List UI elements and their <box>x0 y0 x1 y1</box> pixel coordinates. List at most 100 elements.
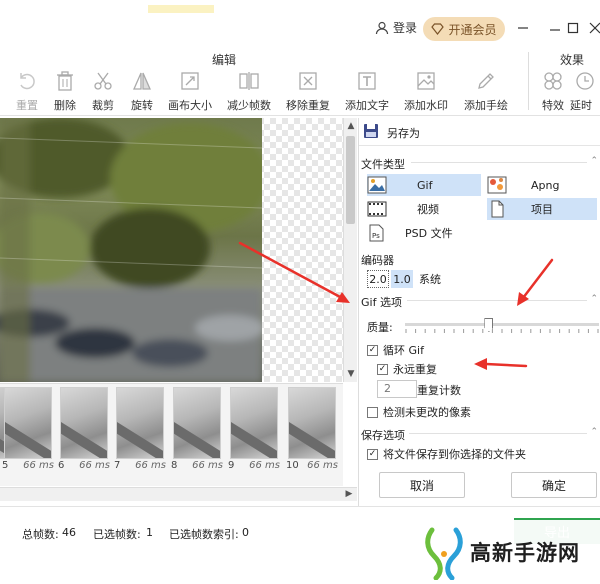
loop-gif-checkbox[interactable]: ✓ 循环 Gif <box>367 342 424 358</box>
project-file-icon <box>491 200 504 218</box>
tool-label: 旋转 <box>131 99 153 112</box>
cancel-button[interactable]: 取消 <box>379 472 465 498</box>
repeat-forever-checkbox[interactable]: ✓ 永远重复 <box>377 361 437 377</box>
file-type-section-title: 文件类型 <box>361 158 405 171</box>
frame-number: 6 <box>58 460 65 471</box>
add-watermark-button[interactable]: 添加水印 <box>399 70 453 113</box>
checkbox-checked-icon: ✓ <box>377 363 388 375</box>
checkbox-label: 检测未更改的像素 <box>383 406 471 419</box>
watermark-text: 高新手游网 <box>470 541 580 565</box>
frame-duration: 66 ms <box>192 460 223 471</box>
frame-thumbnail <box>116 387 164 459</box>
reduce-frames-button[interactable]: 减少帧数 <box>222 70 276 113</box>
slider-track <box>405 323 599 326</box>
scrollbar-thumb[interactable] <box>346 136 355 224</box>
checkbox-label: 永远重复 <box>393 363 437 376</box>
detect-unchanged-checkbox[interactable]: 检测未更改的像素 <box>367 404 471 420</box>
quality-label: 质量: <box>367 321 393 334</box>
frame-item[interactable]: 9 66 ms <box>228 387 280 473</box>
frame-item[interactable]: 7 66 ms <box>114 387 166 473</box>
encoder-option-system[interactable]: 系统 <box>417 270 443 288</box>
add-watermark-icon <box>417 72 435 90</box>
frame-duration: 66 ms <box>135 460 166 471</box>
tool-label: 延时 <box>570 99 592 112</box>
tool-label: 减少帧数 <box>227 99 271 112</box>
group-title-edit: 编辑 <box>212 53 237 67</box>
frame-number: 10 <box>286 460 299 471</box>
canvas-area[interactable] <box>0 118 343 382</box>
toolbar: 编辑 效果 重置 删除 裁剪 旋转 画布大小 减少帧数 移除重复 添加文字 添加… <box>0 44 600 116</box>
file-type-psd[interactable]: Ps PSD 文件 <box>367 222 481 244</box>
repeat-count-input[interactable]: 2 <box>377 380 417 398</box>
frame-item[interactable]: 5 66 ms <box>2 387 54 473</box>
frame-thumbnail <box>60 387 108 459</box>
frame-thumbnail <box>288 387 336 459</box>
tool-label: 添加文字 <box>345 99 389 112</box>
encoder-option-2-0[interactable]: 2.0 <box>367 270 389 288</box>
frame-number: 9 <box>228 460 235 471</box>
rotate-icon <box>133 72 151 90</box>
frame-item[interactable]: 10 66 ms <box>286 387 338 473</box>
frame-duration: 66 ms <box>79 460 110 471</box>
collapse-chevron-icon[interactable]: ⌃ <box>590 156 598 166</box>
add-text-icon <box>358 72 376 90</box>
delay-button[interactable]: 延时 <box>570 70 600 113</box>
selected-frames-value: 1 <box>146 526 153 539</box>
scroll-right-icon[interactable]: ▶ <box>343 488 355 500</box>
collapse-chevron-icon[interactable]: ⌃ <box>590 294 598 304</box>
frame-thumbnail <box>173 387 221 459</box>
collapse-chevron-icon[interactable]: ⌃ <box>590 427 598 437</box>
quality-slider[interactable] <box>405 318 599 338</box>
frame-item[interactable]: 8 66 ms <box>171 387 223 473</box>
frame-strip-scrollbar[interactable]: ▶ <box>0 487 357 501</box>
section-divider <box>409 433 587 434</box>
preview-image <box>0 118 262 382</box>
scroll-up-icon[interactable]: ▲ <box>345 120 357 132</box>
remove-duplicate-button[interactable]: 移除重复 <box>281 70 335 113</box>
checkbox-unchecked-icon <box>367 406 378 418</box>
frame-duration: 66 ms <box>249 460 280 471</box>
title-bar: 登录 开通会员 <box>0 0 600 44</box>
title-tab-highlight <box>148 5 214 13</box>
tool-label: 添加水印 <box>404 99 448 112</box>
save-as-title: 另存为 <box>387 127 420 140</box>
section-divider <box>411 162 587 163</box>
login-label: 登录 <box>393 21 418 35</box>
gif-options-section-title: Gif 选项 <box>361 296 402 309</box>
login-button[interactable]: 登录 <box>375 19 417 36</box>
minimize-window-button[interactable] <box>545 18 565 38</box>
maximize-button[interactable] <box>563 18 583 38</box>
rotate-button[interactable]: 旋转 <box>115 70 169 113</box>
section-divider <box>407 300 587 301</box>
frame-item[interactable]: 6 66 ms <box>58 387 110 473</box>
checkbox-label: 将文件保存到你选择的文件夹 <box>383 448 526 461</box>
minimize-button[interactable] <box>513 18 533 38</box>
add-drawing-button[interactable]: 添加手绘 <box>459 70 513 113</box>
gif-image-icon <box>367 176 387 194</box>
save-to-folder-checkbox[interactable]: ✓ 将文件保存到你选择的文件夹 <box>367 446 526 462</box>
minimize-icon <box>518 27 528 29</box>
tool-label: 添加手绘 <box>464 99 508 112</box>
watermark-logo-icon <box>425 527 463 580</box>
vip-button[interactable]: 开通会员 <box>423 17 505 41</box>
canvas-size-button[interactable]: 画布大小 <box>163 70 217 113</box>
add-text-button[interactable]: 添加文字 <box>340 70 394 113</box>
frame-duration: 66 ms <box>307 460 338 471</box>
file-type-apng[interactable]: Apng <box>487 174 597 196</box>
scroll-down-icon[interactable]: ▼ <box>345 368 357 380</box>
canvas-vertical-scrollbar[interactable]: ▲ ▼ <box>343 118 357 382</box>
frame-thumbnail <box>230 387 278 459</box>
encoder-option-1-0[interactable]: 1.0 <box>391 270 413 288</box>
save-panel: 另存为 文件类型 ⌃ Gif Apng 视频 项目 Ps PSD 文件 编码器 … <box>358 118 600 506</box>
save-disk-icon <box>364 124 378 138</box>
checkbox-label: 循环 Gif <box>383 344 424 357</box>
remove-duplicate-icon <box>299 72 317 90</box>
file-type-gif[interactable]: Gif <box>367 174 481 196</box>
frame-thumbnail <box>4 387 52 459</box>
file-type-project[interactable]: 项目 <box>487 198 597 220</box>
group-title-effects: 效果 <box>560 53 585 67</box>
file-type-video[interactable]: 视频 <box>367 198 481 220</box>
effects-icon <box>544 72 562 90</box>
close-button[interactable] <box>585 18 600 38</box>
ok-button[interactable]: 确定 <box>511 472 597 498</box>
